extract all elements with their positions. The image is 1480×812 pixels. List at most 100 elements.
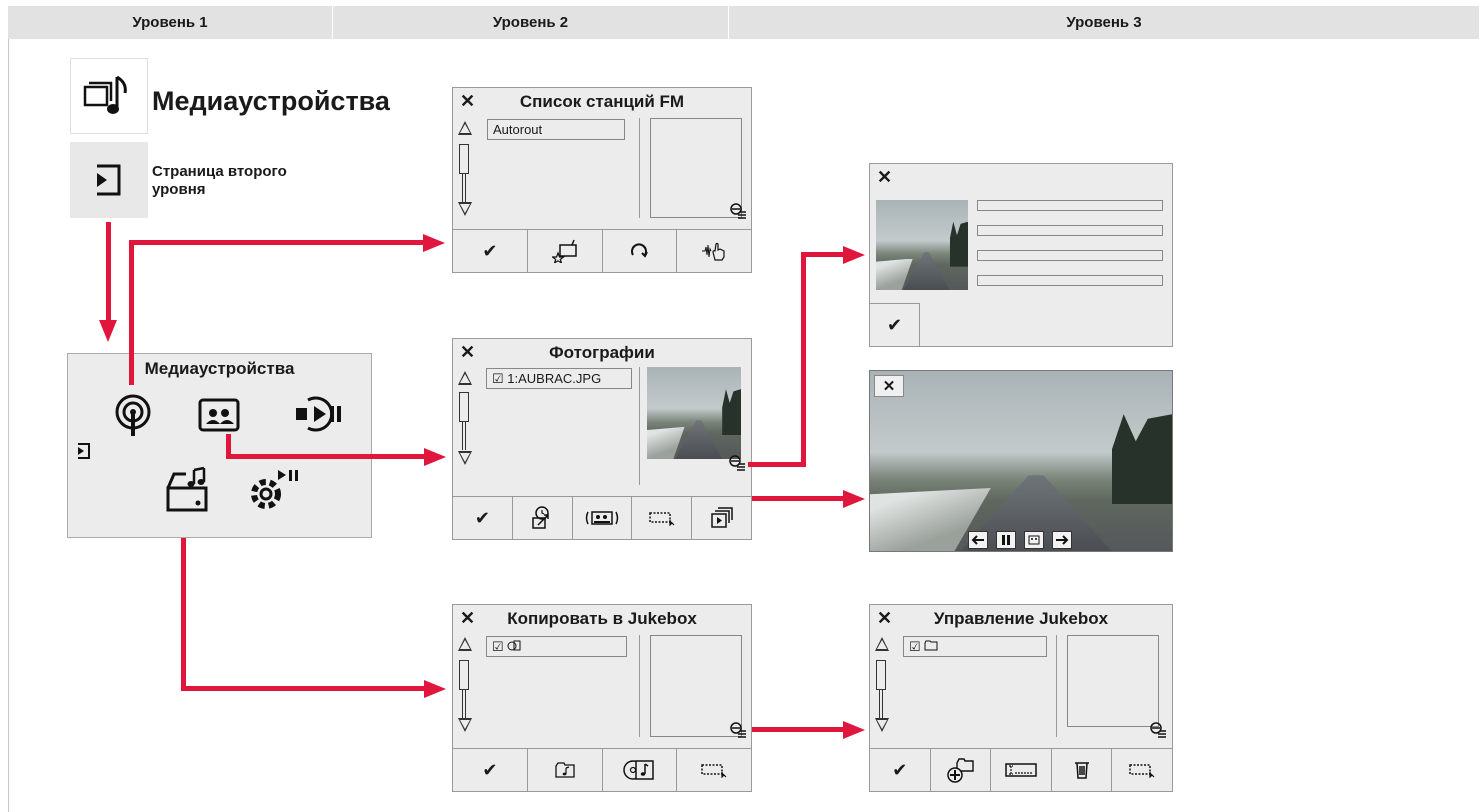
photo-thumbnail xyxy=(647,367,741,459)
scroll-up-icon[interactable] xyxy=(458,371,472,385)
photo-view-icon xyxy=(1028,535,1040,545)
arrow-line xyxy=(226,454,426,459)
info-field xyxy=(977,275,1163,286)
jukebox-list-item[interactable]: ☑ xyxy=(903,636,1047,657)
scroll-up-icon[interactable] xyxy=(875,637,889,651)
second-level-page-label: Страница второго уровня xyxy=(152,163,287,198)
close-button[interactable]: ✕ xyxy=(874,375,904,397)
divider xyxy=(639,367,640,485)
scroll-up-icon[interactable] xyxy=(458,637,472,651)
fullscreen-slideshow-button[interactable] xyxy=(692,497,751,539)
pause-button[interactable] xyxy=(996,531,1016,549)
select-button[interactable] xyxy=(677,749,751,791)
back-icon[interactable] xyxy=(76,442,92,465)
photo-list-item[interactable]: ☑ 1:AUBRAC.JPG xyxy=(486,368,632,389)
scroll-down-icon[interactable] xyxy=(458,718,472,732)
media-devices-icon xyxy=(70,58,148,134)
fm-toolbar: ✔ xyxy=(453,229,751,272)
divider xyxy=(639,635,640,737)
scroll-track[interactable] xyxy=(462,422,466,450)
scroll-thumb[interactable] xyxy=(459,144,469,174)
select-button[interactable] xyxy=(1112,749,1172,791)
scroll-track[interactable] xyxy=(462,174,466,202)
scroll-up-icon[interactable] xyxy=(458,121,472,135)
view-button[interactable] xyxy=(1024,531,1044,549)
scroll-thumb[interactable] xyxy=(459,660,469,690)
favorite-radio-icon xyxy=(551,239,577,263)
arrow-line xyxy=(801,252,845,257)
station-list-item[interactable]: Autorout xyxy=(487,119,625,140)
play-pause-icon[interactable] xyxy=(288,394,358,439)
scroll-track[interactable] xyxy=(462,690,466,718)
confirm-button[interactable]: ✔ xyxy=(870,749,931,791)
photos-panel-title: Фотографии xyxy=(549,343,655,362)
delete-button[interactable] xyxy=(1052,749,1113,791)
next-button[interactable] xyxy=(1052,531,1072,549)
manual-tune-icon xyxy=(702,242,725,261)
jukebox-icon[interactable] xyxy=(164,466,210,519)
refresh-icon xyxy=(631,243,649,258)
arrow-line xyxy=(181,686,426,691)
music-disc-icon xyxy=(507,640,521,651)
checkbox-icon: ☑ xyxy=(492,371,504,386)
confirm-button[interactable]: ✔ xyxy=(870,303,920,347)
slideshow-timer-button[interactable] xyxy=(513,497,573,539)
arrow-left-icon xyxy=(971,535,984,545)
rename-button[interactable] xyxy=(991,749,1052,791)
arrow-line xyxy=(752,727,845,732)
arrow-line xyxy=(129,240,425,245)
favorite-radio-button[interactable] xyxy=(528,230,603,272)
header-level-1: Уровень 1 xyxy=(8,6,333,39)
radio-antenna-icon[interactable] xyxy=(110,392,156,443)
settings-play-icon[interactable] xyxy=(246,466,302,519)
zoom-icon[interactable] xyxy=(728,720,748,743)
info-field xyxy=(977,200,1163,211)
photos-icon[interactable] xyxy=(198,398,240,437)
copy-panel-title: Копировать в Jukebox xyxy=(507,609,697,628)
add-folder-button[interactable] xyxy=(931,749,992,791)
arrow-line xyxy=(801,252,806,467)
divider xyxy=(1056,635,1057,737)
music-disc-button[interactable] xyxy=(603,749,678,791)
select-button[interactable] xyxy=(632,497,693,539)
close-icon[interactable]: ✕ xyxy=(877,167,892,188)
slideshow-timer-icon xyxy=(532,506,549,529)
scroll-thumb[interactable] xyxy=(459,392,469,422)
music-folder-button[interactable] xyxy=(528,749,603,791)
pause-icon xyxy=(1002,535,1010,545)
info-field xyxy=(977,250,1163,261)
zoom-icon[interactable] xyxy=(728,201,748,224)
arrow-line xyxy=(129,240,134,385)
refresh-button[interactable] xyxy=(603,230,678,272)
arrow-head xyxy=(843,246,865,264)
fullscreen-slideshow-icon xyxy=(710,507,733,528)
scroll-down-icon[interactable] xyxy=(458,451,472,465)
arrow-line xyxy=(181,538,186,690)
trash-icon xyxy=(1074,762,1089,779)
scroll-down-icon[interactable] xyxy=(875,718,889,732)
confirm-button[interactable]: ✔ xyxy=(453,230,528,272)
jukebox-list-item[interactable]: ☑ xyxy=(486,636,627,657)
zoom-icon[interactable] xyxy=(727,453,747,476)
info-field xyxy=(977,225,1163,236)
scroll-track[interactable] xyxy=(879,690,883,718)
photo-thumbnail xyxy=(876,200,968,290)
preview-area xyxy=(1067,635,1159,727)
add-folder-icon xyxy=(947,758,975,783)
manual-tune-button[interactable] xyxy=(677,230,751,272)
copy-toolbar: ✔ xyxy=(453,748,751,791)
header-level-3: Уровень 3 xyxy=(729,6,1480,39)
photo-view-button[interactable] xyxy=(573,497,633,539)
scroll-thumb[interactable] xyxy=(876,660,886,690)
previous-button[interactable] xyxy=(968,531,988,549)
arrow-head xyxy=(99,320,117,342)
confirm-button[interactable]: ✔ xyxy=(453,497,513,539)
music-folder-icon xyxy=(554,762,575,778)
zoom-icon[interactable] xyxy=(1148,720,1168,743)
confirm-button[interactable]: ✔ xyxy=(453,749,528,791)
scroll-down-icon[interactable] xyxy=(458,202,472,216)
manage-toolbar: ✔ xyxy=(870,748,1172,791)
header-level-2: Уровень 2 xyxy=(333,6,729,39)
second-level-page-icon xyxy=(70,142,148,218)
manage-jukebox-panel: ✕ Управление Jukebox ☑ ✔ xyxy=(869,604,1173,792)
